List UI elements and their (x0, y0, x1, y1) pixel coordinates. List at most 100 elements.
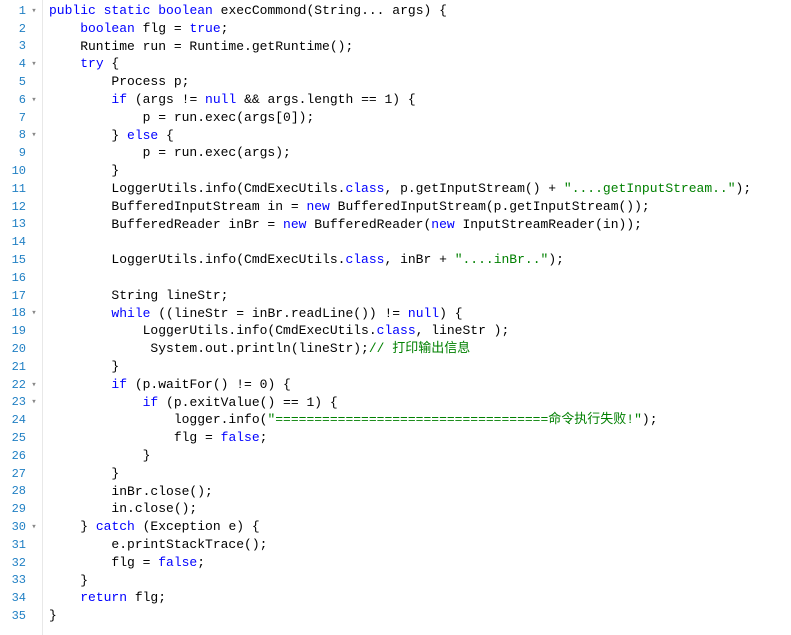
line-number: 28 (6, 484, 26, 498)
code-line[interactable]: inBr.close(); (49, 483, 791, 501)
code-line[interactable]: String lineStr; (49, 287, 791, 305)
line-number: 29 (6, 502, 26, 516)
code-line[interactable]: BufferedReader inBr = new BufferedReader… (49, 216, 791, 234)
code-line[interactable]: if (p.waitFor() != 0) { (49, 376, 791, 394)
token-plain: } (49, 466, 119, 481)
line-number: 13 (6, 217, 26, 231)
code-line[interactable]: } catch (Exception e) { (49, 518, 791, 536)
token-kw: class (345, 252, 384, 267)
line-number: 6 (6, 93, 26, 107)
gutter-row: 8▾ (0, 127, 42, 145)
code-line[interactable]: logger.info("===========================… (49, 411, 791, 429)
token-plain (49, 590, 80, 605)
gutter-row: 25 (0, 429, 42, 447)
fold-toggle-icon[interactable]: ▾ (28, 6, 40, 16)
token-plain: (args != (127, 92, 205, 107)
token-kw: new (283, 217, 306, 232)
gutter-row: 5 (0, 73, 42, 91)
token-kw: return (80, 590, 127, 605)
token-plain: , p.getInputStream() + (384, 181, 563, 196)
token-plain: } (49, 359, 119, 374)
line-number: 5 (6, 75, 26, 89)
token-kw: if (111, 92, 127, 107)
code-line[interactable] (49, 269, 791, 287)
code-line[interactable]: while ((lineStr = inBr.readLine()) != nu… (49, 305, 791, 323)
code-line[interactable]: flg = false; (49, 554, 791, 572)
fold-toggle-icon[interactable]: ▾ (28, 59, 40, 69)
code-line[interactable]: LoggerUtils.info(CmdExecUtils.class, p.g… (49, 180, 791, 198)
fold-toggle-icon[interactable]: ▾ (28, 522, 40, 532)
code-line[interactable]: flg = false; (49, 429, 791, 447)
code-line[interactable]: public static boolean execCommond(String… (49, 2, 791, 20)
token-plain: } (49, 573, 88, 588)
code-line[interactable]: System.out.println(lineStr);// 打印输出信息 (49, 340, 791, 358)
token-plain: LoggerUtils.info(CmdExecUtils. (49, 181, 345, 196)
code-line[interactable]: } else { (49, 127, 791, 145)
fold-toggle-icon[interactable]: ▾ (28, 308, 40, 318)
line-number: 14 (6, 235, 26, 249)
token-plain: System.out.println(lineStr); (49, 341, 369, 356)
token-plain: ; (260, 430, 268, 445)
code-line[interactable]: e.printStackTrace(); (49, 536, 791, 554)
gutter-row: 6▾ (0, 91, 42, 109)
token-plain: execCommond(String... args) { (213, 3, 447, 18)
code-line[interactable]: in.close(); (49, 500, 791, 518)
code-line[interactable]: Process p; (49, 73, 791, 91)
fold-toggle-icon[interactable]: ▾ (28, 397, 40, 407)
code-line[interactable]: } (49, 572, 791, 590)
token-plain: } (49, 448, 150, 463)
gutter-row: 22▾ (0, 376, 42, 394)
token-kw: else (127, 128, 158, 143)
code-line[interactable]: boolean flg = true; (49, 20, 791, 38)
gutter-row: 13 (0, 216, 42, 234)
code-line[interactable] (49, 233, 791, 251)
fold-toggle-icon[interactable]: ▾ (28, 130, 40, 140)
token-plain: ); (736, 181, 752, 196)
code-line[interactable]: } (49, 607, 791, 625)
token-str: "===================================命令执行… (267, 412, 641, 427)
code-area[interactable]: public static boolean execCommond(String… (43, 0, 791, 635)
code-line[interactable]: return flg; (49, 589, 791, 607)
code-line[interactable]: LoggerUtils.info(CmdExecUtils.class, lin… (49, 322, 791, 340)
line-number: 24 (6, 413, 26, 427)
code-line[interactable]: p = run.exec(args[0]); (49, 109, 791, 127)
gutter-row: 3 (0, 38, 42, 56)
fold-toggle-icon[interactable]: ▾ (28, 95, 40, 105)
token-str: "....inBr.." (455, 252, 549, 267)
gutter-row: 26 (0, 447, 42, 465)
line-number: 15 (6, 253, 26, 267)
token-plain: } (49, 608, 57, 623)
line-number: 7 (6, 111, 26, 125)
line-number: 3 (6, 39, 26, 53)
code-line[interactable]: } (49, 162, 791, 180)
code-line[interactable]: try { (49, 55, 791, 73)
code-line[interactable]: if (p.exitValue() == 1) { (49, 394, 791, 412)
token-kw: boolean (158, 3, 213, 18)
token-plain: flg = (49, 555, 158, 570)
code-line[interactable]: p = run.exec(args); (49, 144, 791, 162)
token-plain: ; (221, 21, 229, 36)
code-line[interactable]: if (args != null && args.length == 1) { (49, 91, 791, 109)
code-line[interactable]: } (49, 447, 791, 465)
token-plain: InputStreamReader(in)); (455, 217, 642, 232)
code-line[interactable]: } (49, 358, 791, 376)
token-kw: catch (96, 519, 135, 534)
token-plain: ); (548, 252, 564, 267)
gutter-row: 10 (0, 162, 42, 180)
line-number: 1 (6, 4, 26, 18)
token-kw: null (205, 92, 236, 107)
fold-toggle-icon[interactable]: ▾ (28, 380, 40, 390)
line-number: 31 (6, 538, 26, 552)
token-kw: new (431, 217, 454, 232)
token-plain (49, 21, 80, 36)
token-plain: { (158, 128, 174, 143)
gutter-row: 20 (0, 340, 42, 358)
gutter-row: 2 (0, 20, 42, 38)
code-line[interactable]: BufferedInputStream in = new BufferedInp… (49, 198, 791, 216)
code-line[interactable]: Runtime run = Runtime.getRuntime(); (49, 38, 791, 56)
token-plain: BufferedInputStream in = (49, 199, 306, 214)
gutter-row: 14 (0, 233, 42, 251)
code-line[interactable]: LoggerUtils.info(CmdExecUtils.class, inB… (49, 251, 791, 269)
gutter-row: 11 (0, 180, 42, 198)
code-line[interactable]: } (49, 465, 791, 483)
